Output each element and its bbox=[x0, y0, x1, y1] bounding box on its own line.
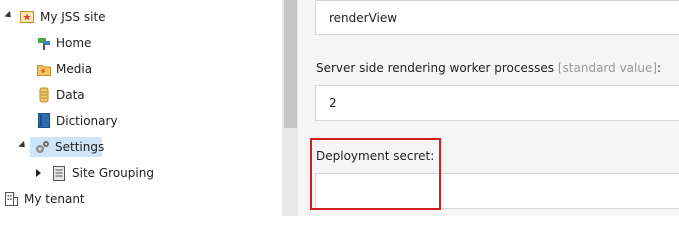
tree-item-media[interactable]: Media bbox=[56, 59, 92, 79]
label-colon: : bbox=[657, 61, 662, 75]
site-icon bbox=[20, 11, 34, 23]
worker-processes-field[interactable]: 2 bbox=[315, 85, 679, 121]
tree-item-label: My JSS site bbox=[40, 10, 106, 24]
content-tree: My JSS site Home Media Data Dictionary S… bbox=[0, 0, 282, 216]
worker-processes-label: Server side rendering worker processes [… bbox=[316, 61, 661, 75]
highlight-box bbox=[310, 138, 441, 210]
tree-item-my-jss-site[interactable]: My JSS site bbox=[40, 7, 106, 27]
dictionary-icon bbox=[38, 113, 50, 128]
expand-arrow-icon[interactable] bbox=[4, 10, 14, 21]
data-icon bbox=[38, 87, 50, 103]
tree-item-label: Site Grouping bbox=[72, 166, 154, 180]
field-value: renderView bbox=[329, 11, 398, 25]
tree-item-label: Media bbox=[56, 62, 93, 76]
settings-gear-icon bbox=[34, 140, 50, 155]
home-icon bbox=[37, 36, 51, 50]
tree-item-my-tenant[interactable]: My tenant bbox=[24, 189, 85, 209]
tree-item-site-grouping[interactable]: Site Grouping bbox=[72, 163, 154, 183]
tree-item-data[interactable]: Data bbox=[56, 85, 85, 105]
tree-item-home[interactable]: Home bbox=[56, 33, 91, 53]
tenant-icon bbox=[5, 192, 18, 206]
scrollbar-thumb[interactable] bbox=[284, 0, 297, 128]
media-folder-icon bbox=[37, 63, 51, 76]
expand-arrow-icon[interactable] bbox=[18, 140, 28, 151]
tree-item-settings[interactable]: Settings bbox=[55, 137, 104, 157]
tree-item-label: Home bbox=[56, 36, 92, 50]
render-view-field[interactable]: renderView bbox=[315, 0, 679, 35]
tree-item-label: My tenant bbox=[24, 192, 85, 206]
standard-value-note: [standard value] bbox=[557, 61, 658, 75]
tree-item-label: Data bbox=[56, 88, 85, 102]
field-value: 2 bbox=[329, 96, 337, 110]
expand-arrow-icon[interactable] bbox=[36, 169, 41, 177]
field-label-text: Server side rendering worker processes bbox=[316, 61, 555, 75]
tree-item-dictionary[interactable]: Dictionary bbox=[56, 111, 118, 131]
tree-item-label: Dictionary bbox=[56, 114, 118, 128]
site-grouping-icon bbox=[53, 166, 65, 181]
tree-item-label: Settings bbox=[55, 140, 105, 154]
